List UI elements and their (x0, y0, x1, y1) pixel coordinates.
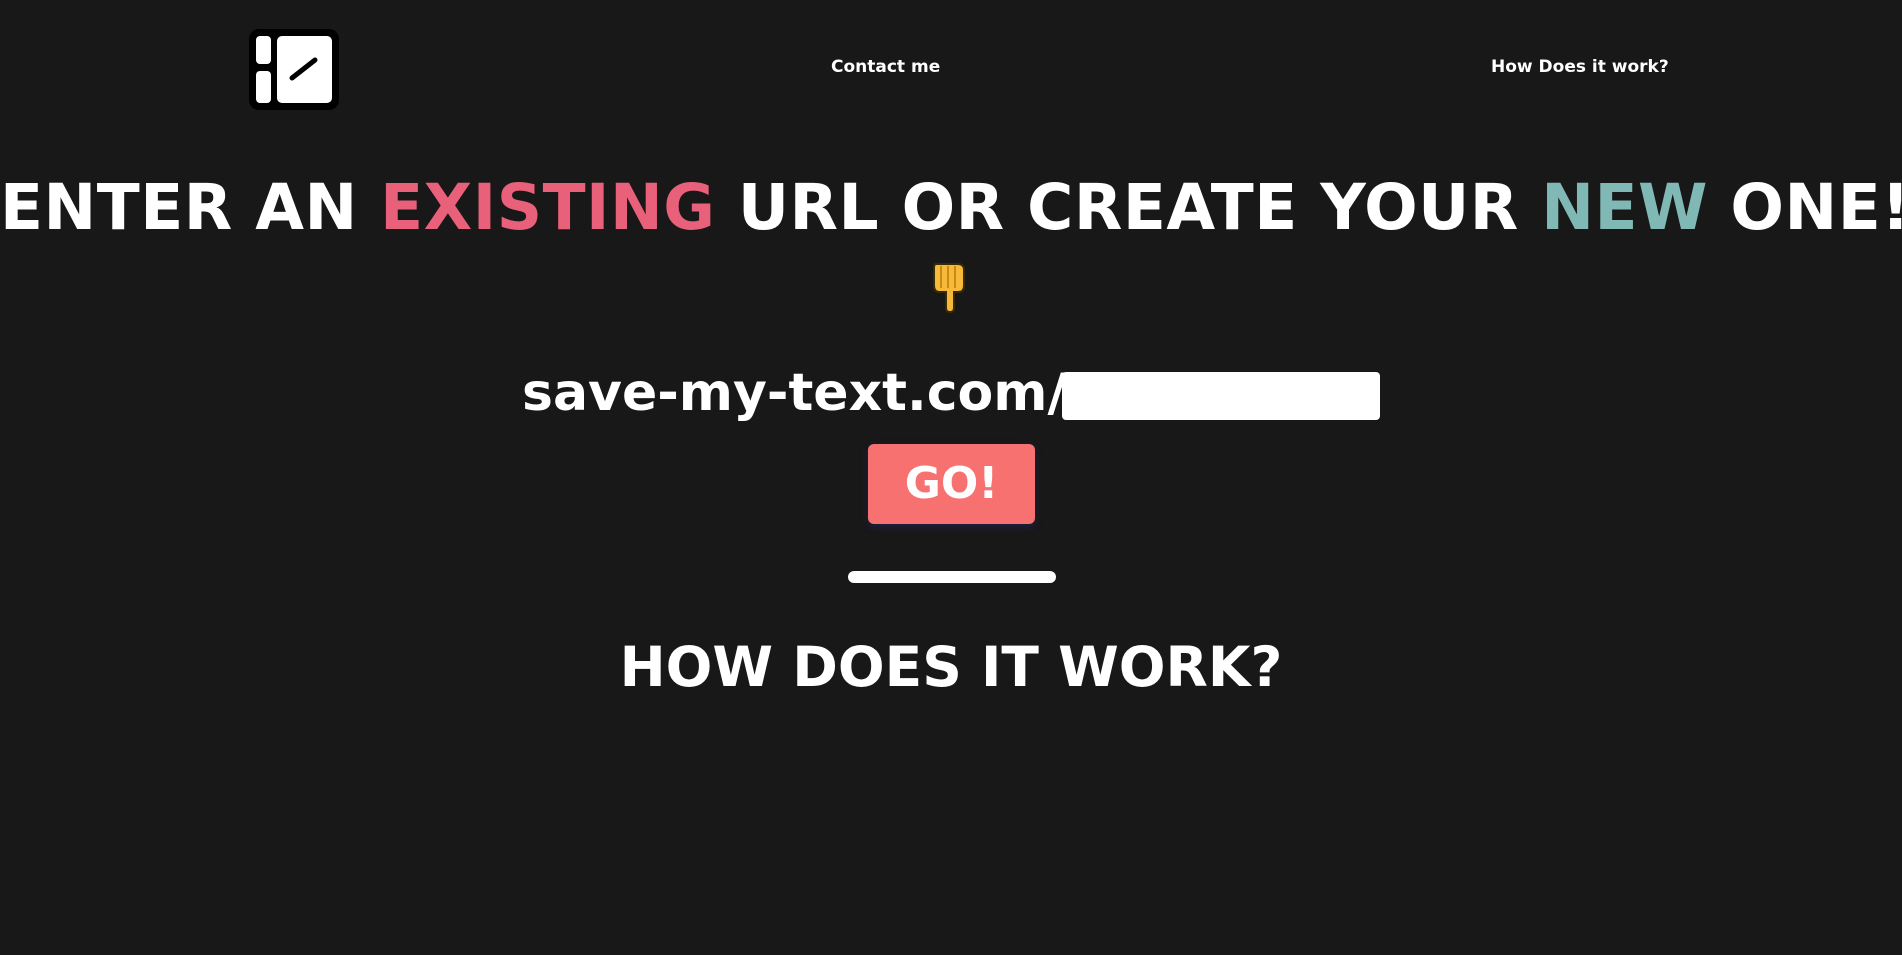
nav-how-it-works-link[interactable]: How Does it work? (1491, 57, 1669, 77)
url-slug-input[interactable] (1062, 372, 1380, 420)
pointing-down-hand-icon (928, 260, 972, 314)
go-button[interactable]: GO! (868, 444, 1035, 524)
headline-highlight-new: NEW (1541, 171, 1708, 244)
home-logo[interactable] (249, 29, 339, 110)
url-prefix-label: save-my-text.com/ (522, 363, 1067, 423)
notebook-pencil-icon (249, 29, 339, 110)
headline-text-2: URL OR CREATE YOUR (715, 171, 1542, 244)
headline-text-1: ENTER AN (0, 171, 381, 244)
nav-contact-link[interactable]: Contact me (831, 57, 940, 77)
url-form: save-my-text.com/ (0, 362, 1902, 424)
headline-highlight-existing: EXISTING (380, 171, 716, 244)
how-it-works-heading: HOW DOES IT WORK? (619, 635, 1283, 699)
section-divider (848, 571, 1056, 583)
headline-text-3: ONE! (1708, 171, 1902, 244)
top-navigation: Contact me How Does it work? (0, 0, 1902, 120)
page-headline: ENTER AN EXISTING URL OR CREATE YOUR NEW… (0, 168, 1902, 248)
